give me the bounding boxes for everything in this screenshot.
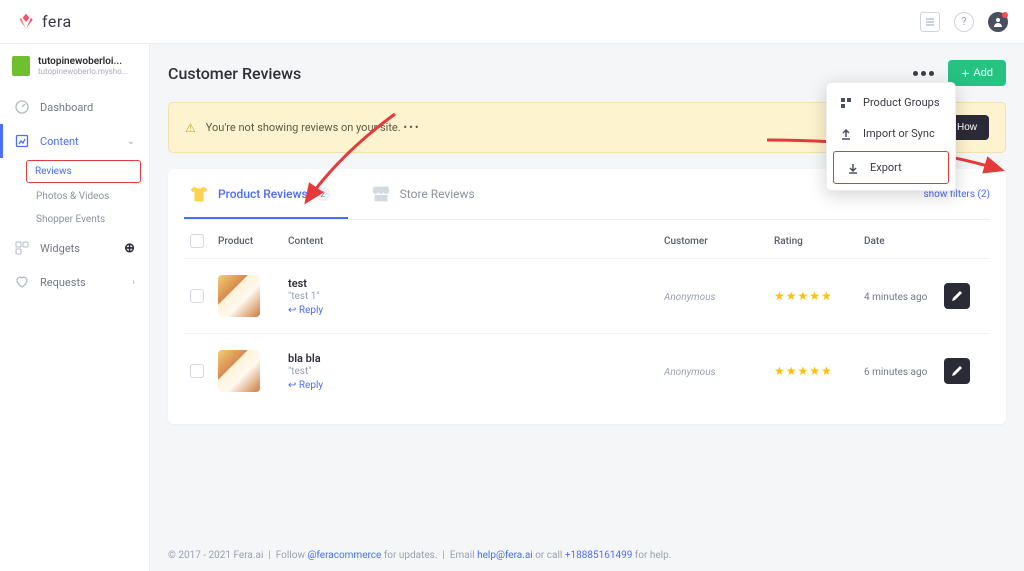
edit-button[interactable] bbox=[944, 358, 970, 384]
sidebar-item-requests[interactable]: Requests › bbox=[0, 265, 149, 299]
widgets-icon bbox=[14, 240, 30, 256]
brand-logo[interactable]: fera bbox=[16, 12, 72, 32]
warning-text: You're not showing reviews on your site. bbox=[206, 121, 401, 134]
dropdown-item-label: Import or Sync bbox=[863, 127, 935, 140]
col-rating: Rating bbox=[774, 236, 864, 247]
dropdown-product-groups[interactable]: Product Groups bbox=[827, 87, 955, 118]
product-thumbnail[interactable] bbox=[218, 275, 260, 317]
edit-button[interactable] bbox=[944, 283, 970, 309]
tab-label: Store Reviews bbox=[400, 187, 475, 201]
review-date: 4 minutes ago bbox=[864, 292, 927, 303]
rating-stars: ★★★★★ bbox=[774, 289, 833, 303]
review-excerpt: "test" bbox=[288, 366, 664, 377]
shopify-icon bbox=[12, 56, 30, 76]
notification-dot bbox=[1002, 12, 1008, 18]
dropdown-item-label: Product Groups bbox=[863, 96, 940, 109]
chevron-right-icon: › bbox=[132, 277, 135, 288]
sidebar-item-label: Dashboard bbox=[40, 101, 93, 114]
col-content: Content bbox=[288, 236, 664, 247]
customer-name: Anonymous bbox=[664, 367, 716, 378]
dropdown-item-label: Export bbox=[870, 161, 902, 174]
rating-stars: ★★★★★ bbox=[774, 364, 833, 378]
review-title: bla bla bbox=[288, 352, 664, 365]
email-link[interactable]: help@fera.ai bbox=[477, 550, 533, 561]
main-content: Customer Reviews +Add Product Groups Imp… bbox=[150, 44, 1024, 571]
sidebar-item-content[interactable]: Content ⌄ bbox=[0, 124, 149, 158]
plus-icon: ⊕ bbox=[124, 241, 135, 256]
sidebar-item-label: Content bbox=[40, 135, 79, 148]
review-title: test bbox=[288, 277, 664, 290]
page-title: Customer Reviews bbox=[168, 64, 301, 83]
reviews-card: Product Reviews 2 Store Reviews show fil… bbox=[168, 169, 1006, 424]
footer: © 2017 - 2021 Fera.ai | Follow @feracomm… bbox=[168, 550, 671, 561]
phone-link[interactable]: +18885161499 bbox=[565, 550, 633, 561]
download-icon bbox=[846, 162, 860, 174]
tshirt-icon bbox=[188, 183, 210, 205]
col-product: Product bbox=[218, 236, 288, 247]
store-switcher[interactable]: tutopinewoberloi... tutopinewoberlo.mysh… bbox=[0, 50, 149, 84]
tab-product-reviews[interactable]: Product Reviews 2 bbox=[184, 169, 348, 219]
tab-label: Product Reviews bbox=[218, 187, 308, 201]
notes-icon[interactable] bbox=[920, 12, 940, 32]
brand-name: fera bbox=[42, 12, 72, 31]
col-customer: Customer bbox=[664, 236, 774, 247]
sidebar-item-label: Widgets bbox=[40, 242, 80, 255]
select-all-checkbox[interactable] bbox=[190, 234, 204, 248]
sidebar-subitem-reviews[interactable]: Reviews bbox=[26, 160, 141, 183]
tab-count: 2 bbox=[316, 187, 330, 201]
product-thumbnail[interactable] bbox=[218, 350, 260, 392]
table-row: test "test 1" ↩ Reply Anonymous ★★★★★ 4 … bbox=[184, 258, 990, 333]
user-icon[interactable] bbox=[988, 12, 1008, 32]
col-date: Date bbox=[864, 236, 944, 247]
review-excerpt: "test 1" bbox=[288, 291, 664, 302]
store-icon bbox=[370, 183, 392, 205]
row-checkbox[interactable] bbox=[190, 289, 204, 303]
dropdown-import[interactable]: Import or Sync bbox=[827, 118, 955, 149]
dropdown-export[interactable]: Export bbox=[833, 151, 949, 184]
store-domain: tutopinewoberlo.mysho... bbox=[38, 67, 128, 76]
topbar: fera ? bbox=[0, 0, 1024, 44]
product-groups-icon bbox=[839, 97, 853, 109]
sidebar-item-dashboard[interactable]: Dashboard bbox=[0, 90, 149, 124]
warning-icon: ⚠ bbox=[185, 121, 196, 135]
sidebar-item-label: Requests bbox=[40, 276, 86, 289]
sidebar-item-widgets[interactable]: Widgets ⊕ bbox=[0, 231, 149, 265]
dashboard-icon bbox=[14, 99, 30, 115]
add-button[interactable]: +Add bbox=[948, 60, 1006, 86]
review-date: 6 minutes ago bbox=[864, 367, 927, 378]
more-menu-dropdown: Product Groups Import or Sync Export bbox=[826, 82, 956, 191]
upload-icon bbox=[839, 128, 853, 140]
sidebar-subitem-events[interactable]: Shopper Events bbox=[26, 208, 149, 231]
table-header: Product Content Customer Rating Date bbox=[184, 220, 990, 258]
add-button-label: Add bbox=[973, 67, 993, 79]
sidebar: tutopinewoberloi... tutopinewoberlo.mysh… bbox=[0, 44, 150, 571]
chevron-down-icon: ⌄ bbox=[127, 136, 135, 147]
content-icon bbox=[14, 133, 30, 149]
fera-gem-icon bbox=[16, 12, 36, 32]
reply-link[interactable]: ↩ Reply bbox=[288, 380, 664, 391]
sidebar-subitem-photos[interactable]: Photos & Videos bbox=[26, 185, 149, 208]
row-checkbox[interactable] bbox=[190, 364, 204, 378]
table-row: bla bla "test" ↩ Reply Anonymous ★★★★★ 6… bbox=[184, 333, 990, 408]
reply-link[interactable]: ↩ Reply bbox=[288, 305, 664, 316]
store-name: tutopinewoberloi... bbox=[38, 56, 128, 67]
requests-icon bbox=[14, 274, 30, 290]
tab-store-reviews[interactable]: Store Reviews bbox=[366, 169, 493, 219]
customer-name: Anonymous bbox=[664, 292, 716, 303]
more-menu-button[interactable] bbox=[913, 71, 934, 76]
help-icon[interactable]: ? bbox=[954, 12, 974, 32]
twitter-link[interactable]: @feracommerce bbox=[307, 550, 381, 561]
